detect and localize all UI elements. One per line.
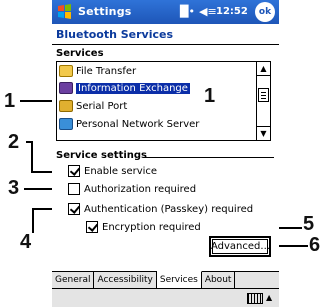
tab-general[interactable]: General: [52, 272, 95, 288]
authentication-checkbox[interactable]: Authentication (Passkey) required: [68, 203, 253, 215]
exchange-icon: [59, 82, 73, 94]
callout-5: 5: [303, 213, 315, 235]
network-icon: [59, 118, 73, 130]
serial-port-icon: [59, 100, 73, 112]
service-settings-header: Service settings: [56, 150, 148, 161]
list-item-information-exchange[interactable]: Information Exchange: [59, 80, 249, 96]
checkbox-checked[interactable]: [86, 221, 98, 233]
list-scrollbar[interactable]: ▲ ▼: [256, 62, 270, 140]
leader-line-4a: [32, 209, 34, 233]
checkbox-unchecked[interactable]: [68, 183, 80, 195]
scroll-down-icon[interactable]: ▼: [257, 126, 270, 140]
checkbox-checked[interactable]: [68, 203, 80, 215]
tab-bar: General Accessibility Services About: [52, 271, 279, 288]
callout-2: 2: [8, 131, 20, 153]
tab-about[interactable]: About: [202, 272, 236, 288]
encryption-label: Encryption required: [102, 221, 201, 233]
list-item-label: Personal Network Server: [76, 118, 200, 130]
callout-4: 4: [20, 231, 32, 253]
page-title: Bluetooth Services: [56, 28, 174, 41]
list-item-label: Serial Port: [76, 100, 128, 112]
callout-1-left: 1: [4, 90, 16, 112]
title-divider: [52, 44, 279, 45]
volume-icon[interactable]: ◀≡: [199, 5, 217, 18]
settings-divider: [144, 157, 274, 158]
tab-services[interactable]: Services: [156, 271, 202, 288]
list-item-personal-network-server[interactable]: Personal Network Server: [59, 116, 249, 132]
leader-line-2b: [31, 141, 33, 172]
callout-3: 3: [8, 177, 20, 199]
services-list[interactable]: File Transfer Information Exchange Seria…: [56, 61, 271, 141]
authentication-label: Authentication (Passkey) required: [84, 203, 254, 215]
windows-start-icon[interactable]: [56, 3, 73, 20]
callout-6: 6: [309, 234, 321, 256]
scroll-thumb[interactable]: [258, 88, 269, 102]
authorization-checkbox[interactable]: Authorization required: [68, 183, 196, 195]
authorization-label: Authorization required: [84, 183, 197, 195]
menu-bar: ▲: [52, 288, 279, 307]
enable-service-label: Enable service: [84, 165, 158, 177]
folder-icon: [59, 65, 73, 77]
ok-button[interactable]: ok: [255, 2, 275, 22]
list-item-serial-port[interactable]: Serial Port: [59, 98, 249, 114]
services-header: Services: [56, 48, 104, 59]
pocket-pc-screen: Settings █• ◀≡ 12:52 ok Bluetooth Servic…: [52, 0, 279, 307]
input-menu-arrow-icon[interactable]: ▲: [266, 293, 272, 302]
signal-icon[interactable]: █•: [180, 5, 195, 18]
checkbox-checked[interactable]: [68, 165, 80, 177]
scroll-up-icon[interactable]: ▲: [257, 62, 270, 76]
enable-service-checkbox[interactable]: Enable service: [68, 165, 157, 177]
tab-accessibility[interactable]: Accessibility: [94, 272, 157, 288]
app-title: Settings: [78, 5, 132, 18]
callout-1-right: 1: [204, 85, 216, 107]
encryption-checkbox[interactable]: Encryption required: [86, 221, 201, 233]
title-bar: Settings █• ◀≡ 12:52 ok: [52, 0, 279, 24]
list-item-label: Information Exchange: [75, 81, 191, 95]
list-item-label: File Transfer: [76, 65, 137, 77]
advanced-button[interactable]: Advanced...: [209, 236, 271, 257]
clock[interactable]: 12:52: [216, 6, 248, 17]
keyboard-icon[interactable]: [247, 293, 263, 304]
list-item-file-transfer[interactable]: File Transfer: [59, 63, 249, 79]
